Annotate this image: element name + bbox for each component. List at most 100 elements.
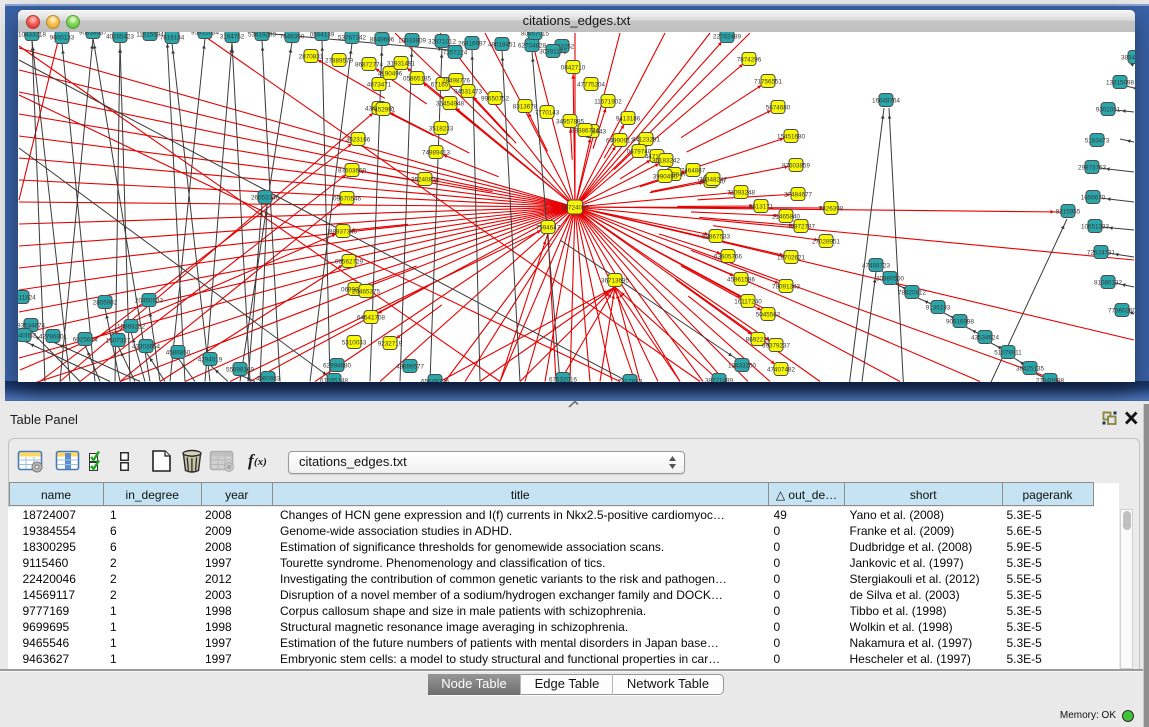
svg-text:87603859: 87603859 [782, 162, 811, 169]
svg-text:9232719: 9232719 [378, 340, 403, 347]
svg-text:38346578: 38346578 [1121, 54, 1135, 61]
svg-text:16117240: 16117240 [734, 298, 762, 305]
svg-text:5045562: 5045562 [756, 311, 781, 318]
svg-text:7452991: 7452991 [371, 106, 396, 113]
svg-text:65648236: 65648236 [421, 378, 450, 382]
svg-text:38425135: 38425135 [1016, 365, 1045, 372]
svg-text:4294019: 4294019 [198, 356, 223, 363]
svg-text:13433200: 13433200 [728, 362, 757, 369]
svg-text:11671902: 11671902 [594, 98, 622, 105]
svg-text:4190496: 4190496 [378, 70, 403, 77]
svg-text:27484677: 27484677 [784, 191, 813, 198]
svg-text:5674680: 5674680 [766, 104, 791, 111]
svg-text:36713695: 36713695 [601, 277, 630, 284]
svg-text:71093248: 71093248 [727, 189, 756, 196]
svg-text:58867533: 58867533 [702, 233, 731, 240]
svg-text:64990913: 64990913 [606, 137, 635, 144]
svg-text:81080132: 81080132 [1094, 279, 1123, 286]
svg-text:4873471: 4873471 [367, 81, 392, 88]
svg-text:88937346: 88937346 [329, 228, 358, 235]
svg-text:67632016: 67632016 [549, 376, 578, 382]
svg-text:9136193: 9136193 [926, 304, 951, 311]
svg-text:10433218: 10433218 [18, 32, 46, 38]
svg-text:15451680: 15451680 [777, 133, 806, 140]
svg-text:43699577: 43699577 [396, 363, 425, 370]
svg-text:0842710: 0842710 [561, 64, 586, 71]
svg-text:1607337: 1607337 [106, 337, 131, 344]
svg-text:27028951: 27028951 [812, 238, 841, 245]
svg-text:3990490: 3990490 [653, 173, 678, 180]
svg-text:4060883: 4060883 [256, 375, 281, 382]
svg-text:27849808: 27849808 [1036, 377, 1065, 382]
svg-text:90838637: 90838637 [79, 32, 108, 36]
svg-text:20450533: 20450533 [135, 297, 164, 304]
svg-text:43303654: 43303654 [132, 343, 161, 350]
svg-text:8215955: 8215955 [1056, 208, 1081, 215]
svg-text:77360260: 77360260 [1108, 307, 1135, 314]
svg-text:78091343: 78091343 [772, 283, 801, 290]
svg-text:(x): (x) [254, 456, 267, 468]
svg-text:3164752: 3164752 [220, 33, 245, 40]
svg-text:30391171: 30391171 [539, 48, 567, 55]
svg-text:10033809: 10033809 [398, 37, 427, 44]
svg-text:31931491: 31931491 [387, 60, 416, 67]
svg-text:7357224: 7357224 [443, 49, 468, 56]
svg-text:30980500: 30980500 [876, 275, 905, 282]
svg-text:94531473: 94531473 [454, 88, 483, 95]
svg-text:0564139: 0564139 [310, 32, 335, 38]
svg-text:1640052: 1640052 [18, 332, 37, 339]
svg-text:2805982: 2805982 [93, 299, 118, 306]
svg-text:64641708: 64641708 [357, 314, 386, 321]
svg-text:16648764: 16648764 [872, 97, 901, 104]
svg-text:06562729: 06562729 [335, 258, 364, 265]
svg-text:7917693: 7917693 [618, 378, 643, 382]
svg-text:87603669: 87603669 [338, 167, 367, 174]
svg-text:26053346: 26053346 [251, 194, 280, 201]
svg-text:4586850: 4586850 [166, 349, 191, 356]
svg-text:7874296: 7874296 [737, 56, 762, 63]
svg-text:80957015: 80957015 [521, 32, 550, 37]
svg-text:05865185: 05865185 [403, 75, 432, 82]
svg-text:99386774: 99386774 [571, 127, 600, 134]
svg-text:42786801: 42786801 [39, 333, 68, 340]
svg-text:7826398: 7826398 [819, 205, 844, 212]
svg-text:7816184: 7816184 [160, 34, 185, 41]
svg-text:9600133: 9600133 [50, 34, 75, 41]
svg-text:7770143: 7770143 [535, 109, 560, 116]
svg-text:3623166: 3623166 [346, 136, 371, 143]
svg-text:8613171: 8613171 [749, 203, 774, 210]
svg-text:32871012: 32871012 [428, 38, 457, 45]
svg-text:51079911: 51079911 [994, 349, 1022, 356]
svg-text:78820812: 78820812 [898, 289, 927, 296]
svg-text:18724007: 18724007 [561, 204, 590, 211]
svg-text:5183473: 5183473 [1085, 137, 1110, 144]
svg-text:48018451: 48018451 [488, 41, 517, 48]
svg-text:35454948: 35454948 [436, 100, 465, 107]
svg-text:47468723: 47468723 [862, 262, 891, 269]
svg-text:3518233: 3518233 [429, 125, 454, 132]
svg-text:29973763: 29973763 [1078, 164, 1107, 171]
svg-text:61595148: 61595148 [320, 377, 349, 382]
svg-text:7594647: 7594647 [536, 224, 561, 231]
svg-text:72624731: 72624731 [1087, 249, 1116, 256]
svg-text:10651333: 10651333 [1081, 223, 1110, 230]
svg-text:40265423: 40265423 [106, 33, 135, 40]
svg-text:70348247: 70348247 [699, 176, 728, 183]
svg-text:69379237: 69379237 [762, 342, 791, 349]
svg-text:2870831: 2870831 [299, 53, 324, 60]
svg-text:13315098: 13315098 [1106, 79, 1135, 86]
svg-text:86872774: 86872774 [355, 61, 384, 68]
svg-text:7648350: 7648350 [280, 33, 305, 40]
svg-text:36183242: 36183242 [652, 157, 681, 164]
svg-text:90916998: 90916998 [946, 318, 975, 325]
svg-text:45961586: 45961586 [727, 276, 756, 283]
svg-text:6025634: 6025634 [73, 336, 98, 343]
svg-text:47407482: 47407482 [767, 366, 796, 373]
svg-text:71756551: 71756551 [754, 78, 783, 85]
svg-text:99650752: 99650752 [481, 95, 510, 102]
svg-text:74989413: 74989413 [422, 149, 451, 156]
svg-text:1656670: 1656670 [1081, 194, 1106, 201]
svg-text:62994680: 62994680 [323, 362, 352, 369]
svg-text:9413186: 9413186 [616, 115, 641, 122]
svg-text:12411824: 12411824 [18, 294, 36, 301]
